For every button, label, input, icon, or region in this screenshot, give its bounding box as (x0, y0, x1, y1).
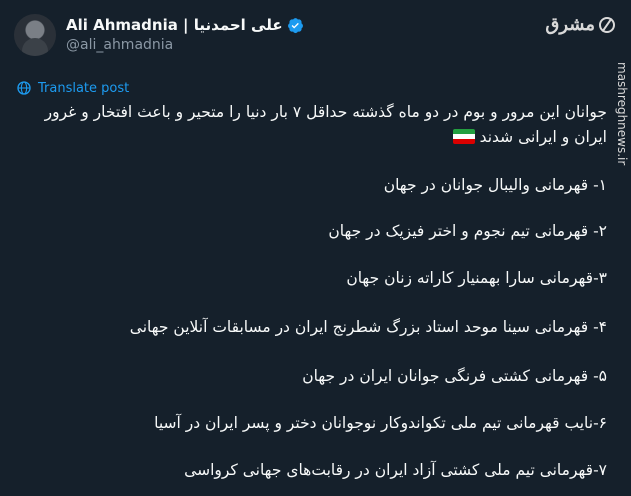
watermark-logo: مشرق (545, 14, 615, 35)
avatar[interactable] (14, 14, 56, 56)
tweet-screenshot: Ali Ahmadnia | علی احمدنیا @ali_ahmadnia… (0, 0, 631, 496)
iran-flag-icon (452, 129, 475, 144)
author-block: Ali Ahmadnia | علی احمدنیا @ali_ahmadnia (66, 16, 304, 54)
tweet-intro-text: جوانان این مرور و بوم در دو ماه گذشته حد… (44, 103, 607, 146)
logo-mark-icon (599, 16, 615, 33)
author-display-name[interactable]: Ali Ahmadnia | علی احمدنیا (66, 16, 283, 35)
verified-badge-icon (287, 17, 303, 33)
name-row: Ali Ahmadnia | علی احمدنیا (66, 16, 304, 35)
list-item: ۳-قهرمانی سارا بهمنیار کاراته زنان جهان (346, 269, 607, 287)
side-watermark: mashreghnews.ir (615, 62, 629, 166)
globe-icon (17, 81, 31, 95)
tweet-header: Ali Ahmadnia | علی احمدنیا @ali_ahmadnia (14, 14, 304, 56)
list-item: ۴- قهرمانی سینا موحد استاد بزرگ شطرنج ای… (129, 318, 607, 336)
logo-text: مشرق (545, 14, 595, 35)
list-item: ۶-نایب قهرمانی تیم ملی تکواندوکار نوجوان… (154, 414, 607, 432)
tweet-intro: جوانان این مرور و بوم در دو ماه گذشته حد… (12, 100, 607, 150)
list-item: ۲- قهرمانی تیم نجوم و اختر فیزیک در جهان (328, 222, 607, 240)
list-item: ۷-قهرمانی تیم ملی کشتی آزاد ایران در رقا… (184, 461, 607, 479)
tweet-body: جوانان این مرور و بوم در دو ماه گذشته حد… (12, 100, 607, 479)
translate-post[interactable]: Translate post (16, 80, 129, 96)
translate-post-link[interactable]: Translate post (38, 81, 129, 96)
list-item: ۵- قهرمانی کشتی فرنگی جوانان ایران در جه… (302, 367, 607, 385)
author-handle[interactable]: @ali_ahmadnia (66, 37, 304, 55)
list-item: ۱- قهرمانی والیبال جوانان در جهان (383, 176, 607, 194)
